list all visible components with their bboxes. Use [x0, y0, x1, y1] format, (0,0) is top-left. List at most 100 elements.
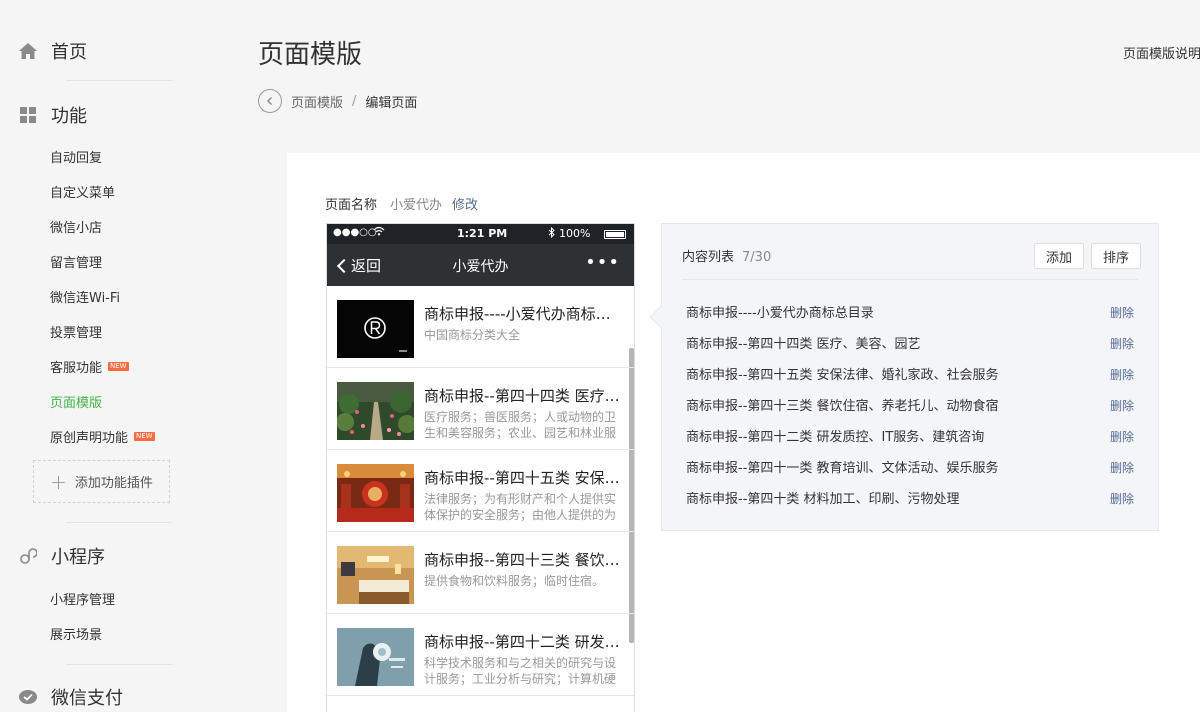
article-desc: 中国商标分类大全: [424, 328, 521, 342]
sidebar-divider: [66, 522, 172, 523]
delete-button[interactable]: 删除: [1110, 335, 1134, 352]
sidebar: 首页 功能 自动回复 自定义菜单 微信小店 留言管理 微信连Wi-Fi 投票管理…: [0, 0, 240, 712]
page-name-label: 页面名称: [325, 198, 378, 213]
wechat-pay-icon: [18, 687, 38, 707]
sidebar-item-comments[interactable]: 留言管理: [50, 252, 102, 271]
list-item[interactable]: 商标申报--第四十四类 医疗、美容、园艺 医疗服务；兽医服务；人或动物的卫生和美…: [327, 368, 634, 450]
delete-button[interactable]: 删除: [1110, 490, 1134, 507]
sidebar-item-wifi[interactable]: 微信连Wi-Fi: [50, 287, 120, 306]
plus-icon: +: [50, 469, 67, 494]
sidebar-item-label: 微信小店: [50, 221, 103, 236]
thumbnail-tech-hand: [337, 628, 414, 686]
sidebar-item-label: 自动回复: [50, 151, 103, 166]
article-desc: 法律服务；为有形财产和个人提供实体保护的安全服务；由他人提供的为满足个人需要的私…: [424, 492, 617, 522]
breadcrumb-current: 编辑页面: [365, 95, 418, 111]
content-item-title: 商标申报--第四十二类 研发质控、IT服务、建筑咨询: [686, 430, 985, 445]
sidebar-features-label: 功能: [51, 106, 87, 127]
panel-pointer: [649, 305, 673, 329]
sidebar-item-label: 展示场景: [50, 628, 103, 643]
sidebar-item-voting[interactable]: 投票管理: [50, 322, 102, 341]
sidebar-item-miniprogram-manage[interactable]: 小程序管理: [50, 589, 115, 608]
thumbnail-wedding-hall: [337, 464, 414, 522]
sidebar-item-page-template[interactable]: 页面模版: [50, 392, 102, 411]
article-title: 商标申报--第四十二类 研发质控、IT服务、建筑咨询: [424, 633, 620, 651]
sidebar-item-display-scene[interactable]: 展示场景: [50, 624, 102, 643]
breadcrumb: 页面模版 / 编辑页面: [258, 89, 417, 113]
content-item-title: 商标申报--第四十五类 安保法律、婚礼家政、社会服务: [686, 368, 999, 383]
content-item-title: 商标申报----小爱代办商标总目录: [686, 306, 874, 321]
page-title: 页面模版: [258, 40, 363, 70]
sidebar-wechat-pay-label: 微信支付: [51, 688, 123, 709]
delete-button[interactable]: 删除: [1110, 459, 1134, 476]
sidebar-item-original-declaration[interactable]: 原创声明功能 NEW: [50, 427, 155, 446]
main-panel: 页面名称 小爱代办 修改 ●●●○○ 1:21 PM 100% 返回 小爱代办 …: [287, 153, 1200, 712]
phone-preview: ●●●○○ 1:21 PM 100% 返回 小爱代办 ••• 商标申报----小…: [326, 223, 635, 712]
delete-button[interactable]: 删除: [1110, 304, 1134, 321]
more-icon[interactable]: •••: [585, 252, 620, 273]
sidebar-item-label: 原创声明功能: [50, 431, 129, 446]
list-item[interactable]: 商标申报--第四十三类 餐饮住宿、养老托儿、动物食宿 提供食物和饮料服务；临时住…: [327, 532, 634, 614]
sidebar-item-home[interactable]: 首页: [18, 38, 87, 64]
content-item-title: 商标申报--第四十类 材料加工、印刷、污物处理: [686, 492, 960, 507]
home-icon: [18, 41, 38, 61]
content-item-title: 商标申报--第四十一类 教育培训、文体活动、娱乐服务: [686, 461, 999, 476]
add-plugin-button[interactable]: + 添加功能插件: [33, 460, 170, 503]
thumbnail-registered-mark: [337, 300, 414, 358]
sidebar-item-wechat-store[interactable]: 微信小店: [50, 217, 102, 236]
bluetooth-icon: [548, 226, 555, 241]
page-name-row: 页面名称 小爱代办 修改: [325, 194, 478, 213]
sidebar-home-label: 首页: [51, 42, 87, 63]
thumbnail-hotel-room: [337, 546, 414, 604]
add-button[interactable]: 添加: [1034, 243, 1085, 269]
content-list-item: 商标申报--第四十三类 餐饮住宿、养老托儿、动物食宿 删除: [686, 395, 1134, 415]
delete-button[interactable]: 删除: [1110, 397, 1134, 414]
sort-button[interactable]: 排序: [1091, 243, 1142, 269]
content-list-header: 内容列表 7/30: [682, 246, 771, 265]
article-desc: 科学技术服务和与之相关的研究与设计服务；工业分析与研究；计算机硬件与软件的设计与…: [424, 656, 617, 686]
sidebar-item-customer-service[interactable]: 客服功能 NEW: [50, 357, 129, 376]
sidebar-divider: [66, 664, 172, 665]
list-item[interactable]: 商标申报----小爱代办商标总目录 中国商标分类大全: [327, 286, 634, 368]
sidebar-section-miniprogram: 小程序: [18, 543, 105, 569]
article-title: 商标申报----小爱代办商标总目录: [424, 305, 620, 323]
list-item[interactable]: 商标申报--第四十二类 研发质控、IT服务、建筑咨询 科学技术服务和与之相关的研…: [327, 614, 634, 696]
sidebar-item-label: 页面模版: [50, 396, 103, 411]
sidebar-section-features: 功能: [18, 102, 87, 128]
signal-icon: ●●●○○: [333, 227, 377, 238]
content-list-item: 商标申报--第四十四类 医疗、美容、园艺 删除: [686, 333, 1134, 353]
sidebar-item-label: 客服功能: [50, 361, 103, 376]
phone-article-list: 商标申报----小爱代办商标总目录 中国商标分类大全 商标申报--第四十四类 医…: [327, 286, 634, 696]
link-icon: [18, 546, 38, 566]
content-item-title: 商标申报--第四十四类 医疗、美容、园艺: [686, 337, 921, 352]
delete-button[interactable]: 删除: [1110, 366, 1134, 383]
content-list-item: 商标申报--第四十一类 教育培训、文体活动、娱乐服务 删除: [686, 457, 1134, 477]
article-desc: 医疗服务；兽医服务；人或动物的卫生和美容服务；农业、园艺和林业服务: [424, 410, 617, 440]
delete-button[interactable]: 删除: [1110, 428, 1134, 445]
new-badge: NEW: [134, 432, 155, 441]
page-name-edit-link[interactable]: 修改: [452, 194, 478, 213]
status-time: 1:21 PM: [457, 227, 508, 240]
article-desc: 提供食物和饮料服务；临时住宿。: [424, 574, 605, 588]
sidebar-item-custom-menu[interactable]: 自定义菜单: [50, 182, 115, 201]
back-button[interactable]: [258, 89, 282, 113]
sidebar-section-wechat-pay[interactable]: 微信支付: [18, 684, 123, 710]
list-item[interactable]: 商标申报--第四十五类 安保法律、婚礼家政、社会服务 法律服务；为有形财产和个人…: [327, 450, 634, 532]
phone-nav-header: 返回 小爱代办 •••: [327, 244, 634, 286]
sidebar-miniprogram-label: 小程序: [51, 547, 105, 568]
article-title: 商标申报--第四十四类 医疗、美容、园艺: [424, 387, 620, 405]
sidebar-item-label: 微信连Wi-Fi: [50, 291, 121, 306]
page-name-value: 小爱代办: [390, 198, 443, 213]
sidebar-item-label: 小程序管理: [50, 593, 116, 608]
sidebar-item-auto-reply[interactable]: 自动回复: [50, 147, 102, 166]
breadcrumb-parent[interactable]: 页面模版: [291, 92, 343, 111]
sidebar-divider: [66, 80, 172, 81]
phone-status-bar: ●●●○○ 1:21 PM 100%: [327, 224, 634, 244]
battery-percent: 100%: [559, 227, 591, 240]
content-list-title: 内容列表: [682, 250, 735, 265]
content-item-title: 商标申报--第四十三类 餐饮住宿、养老托儿、动物食宿: [686, 399, 999, 414]
page-help-link[interactable]: 页面模版说明: [1123, 43, 1200, 62]
content-list-panel: 内容列表 7/30 添加 排序 商标申报----小爱代办商标总目录 删除 商标申报…: [649, 223, 1159, 531]
grid-icon: [18, 105, 38, 125]
content-list-divider: [682, 279, 1138, 280]
article-title: 商标申报--第四十三类 餐饮住宿、养老托儿、动物食宿: [424, 551, 620, 569]
